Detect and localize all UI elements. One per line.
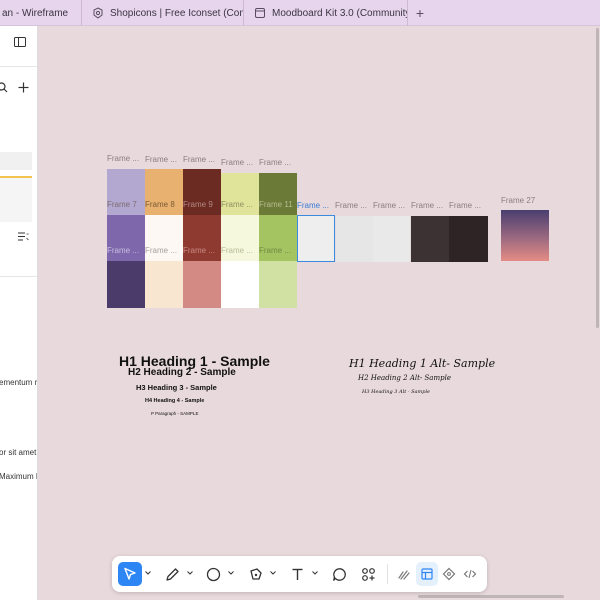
layer-text-snippet[interactable]: or sit amet	[0, 448, 36, 457]
pencil-tool-button[interactable]	[160, 562, 184, 586]
circle-icon	[206, 567, 220, 581]
draw-mode-button[interactable]	[393, 562, 415, 586]
frame-label[interactable]: Frame ...	[259, 246, 291, 256]
page-item-selected[interactable]	[0, 176, 32, 222]
cursor-arrow-icon	[124, 567, 136, 580]
move-tool-button[interactable]	[118, 562, 142, 586]
h2-sample[interactable]: H2 Heading 2 - Sample	[128, 367, 236, 378]
color-swatch[interactable]	[221, 261, 259, 308]
color-swatch[interactable]	[336, 216, 373, 262]
frame-label[interactable]: Frame ...	[145, 246, 177, 256]
draw-mode-icon	[398, 570, 410, 580]
chevron-down-icon[interactable]	[270, 570, 276, 576]
frame-label[interactable]: Frame ...	[107, 246, 139, 256]
sort-layers-icon[interactable]	[18, 232, 29, 241]
frame-label[interactable]: Frame ...	[221, 158, 253, 168]
tab-bar: an - Wireframe Shopicons | Free Iconset …	[0, 0, 600, 26]
selected-frame[interactable]	[297, 215, 335, 262]
pen-tool-button[interactable]	[243, 562, 267, 586]
horizontal-scrollbar[interactable]	[418, 595, 564, 598]
frame-label-selected[interactable]: Frame ...	[297, 201, 329, 211]
design-file-icon	[255, 8, 265, 18]
frame-label[interactable]: Frame 9	[183, 200, 213, 210]
pencil-icon	[165, 567, 179, 581]
dev-mode-button[interactable]	[459, 562, 481, 586]
pen-nib-icon	[249, 567, 262, 580]
color-swatch[interactable]	[411, 216, 449, 262]
color-swatch[interactable]	[259, 261, 297, 308]
layer-text-snippet[interactable]: Maximum P	[0, 472, 37, 481]
diamond-icon	[442, 567, 456, 581]
h4-sample[interactable]: H4 Heading 4 - Sample	[145, 398, 204, 404]
comment-bubble-icon	[332, 567, 346, 581]
comment-tool-button[interactable]	[327, 562, 351, 586]
tab-label: Shopicons | Free Iconset (Community)	[110, 7, 243, 19]
frame-label[interactable]: Frame 8	[145, 200, 175, 210]
color-swatch[interactable]	[183, 261, 221, 308]
chevron-down-icon[interactable]	[312, 570, 318, 576]
sidebar-toggle-icon[interactable]	[14, 37, 26, 47]
frame-label[interactable]: Frame ...	[107, 154, 139, 164]
actions-grid-icon	[361, 567, 375, 581]
chevron-down-icon[interactable]	[145, 570, 151, 576]
alt-h2-sample[interactable]: H2 Heading 2 Alt- Sample	[358, 374, 451, 382]
color-swatch[interactable]	[449, 216, 488, 262]
code-icon	[463, 569, 477, 579]
panel-divider	[0, 66, 37, 67]
frame-label[interactable]: Frame ...	[221, 200, 253, 210]
tab-wireframe[interactable]: an - Wireframe	[0, 0, 82, 26]
design-mode-button[interactable]	[416, 562, 438, 586]
frame-label[interactable]: Frame ...	[411, 201, 443, 211]
frame-label[interactable]: Frame ...	[183, 155, 215, 165]
frame-label[interactable]: Frame ...	[221, 246, 253, 256]
search-icon[interactable]	[0, 82, 8, 93]
color-swatch[interactable]	[373, 216, 410, 262]
tab-label: Moodboard Kit 3.0 (Community)	[272, 7, 408, 19]
tab-shopicons[interactable]: Shopicons | Free Iconset (Community)	[82, 0, 244, 26]
bottom-toolbar	[112, 556, 487, 592]
left-panel: ementum r or sit amet Maximum P	[0, 26, 38, 600]
add-page-icon[interactable]	[18, 82, 29, 93]
panel-divider	[0, 276, 37, 277]
frame-label[interactable]: Frame ...	[373, 201, 405, 211]
page-item-hover[interactable]	[0, 152, 32, 170]
frame-label[interactable]: Frame ...	[183, 246, 215, 256]
tab-moodboard[interactable]: Moodboard Kit 3.0 (Community)	[244, 0, 408, 26]
frame-label[interactable]: Frame ...	[145, 155, 177, 165]
color-swatch[interactable]	[259, 173, 297, 217]
ellipse-tool-button[interactable]	[201, 562, 225, 586]
frame-label[interactable]: Frame ...	[335, 201, 367, 211]
chevron-down-icon[interactable]	[228, 570, 234, 576]
chevron-down-icon[interactable]	[187, 570, 193, 576]
frame-label[interactable]: Frame ...	[449, 201, 481, 211]
paragraph-sample[interactable]: P Paragraph - SAMPLE	[151, 411, 198, 416]
alt-h1-sample[interactable]: H1 Heading 1 Alt- Sample	[349, 357, 495, 370]
layer-text-snippet[interactable]: ementum r	[0, 378, 37, 387]
prototype-mode-button[interactable]	[438, 562, 460, 586]
frame-label[interactable]: Frame 7	[107, 200, 137, 210]
color-swatch[interactable]	[221, 173, 259, 217]
h3-sample[interactable]: H3 Heading 3 - Sample	[136, 383, 217, 392]
design-mode-icon	[421, 568, 433, 580]
tab-label: an - Wireframe	[2, 7, 69, 19]
community-file-icon	[93, 7, 103, 19]
color-swatch[interactable]	[107, 261, 145, 308]
frame-label[interactable]: Frame 27	[501, 196, 535, 206]
new-tab-button[interactable]: +	[410, 3, 430, 23]
color-swatch[interactable]	[145, 261, 183, 308]
actions-button[interactable]	[356, 562, 380, 586]
vertical-scrollbar[interactable]	[596, 28, 599, 328]
text-tool-button[interactable]	[285, 562, 309, 586]
toolbar-divider	[387, 564, 388, 584]
frame-label[interactable]: Frame ...	[259, 158, 291, 168]
text-t-icon	[292, 568, 302, 580]
alt-h3-sample[interactable]: H3 Heading 3 Alt - Sample	[362, 389, 430, 395]
design-canvas[interactable]: Frame ... Frame ... Frame ... Frame ... …	[39, 27, 600, 600]
gradient-frame[interactable]	[501, 210, 549, 261]
frame-label[interactable]: Frame 11	[259, 200, 293, 210]
